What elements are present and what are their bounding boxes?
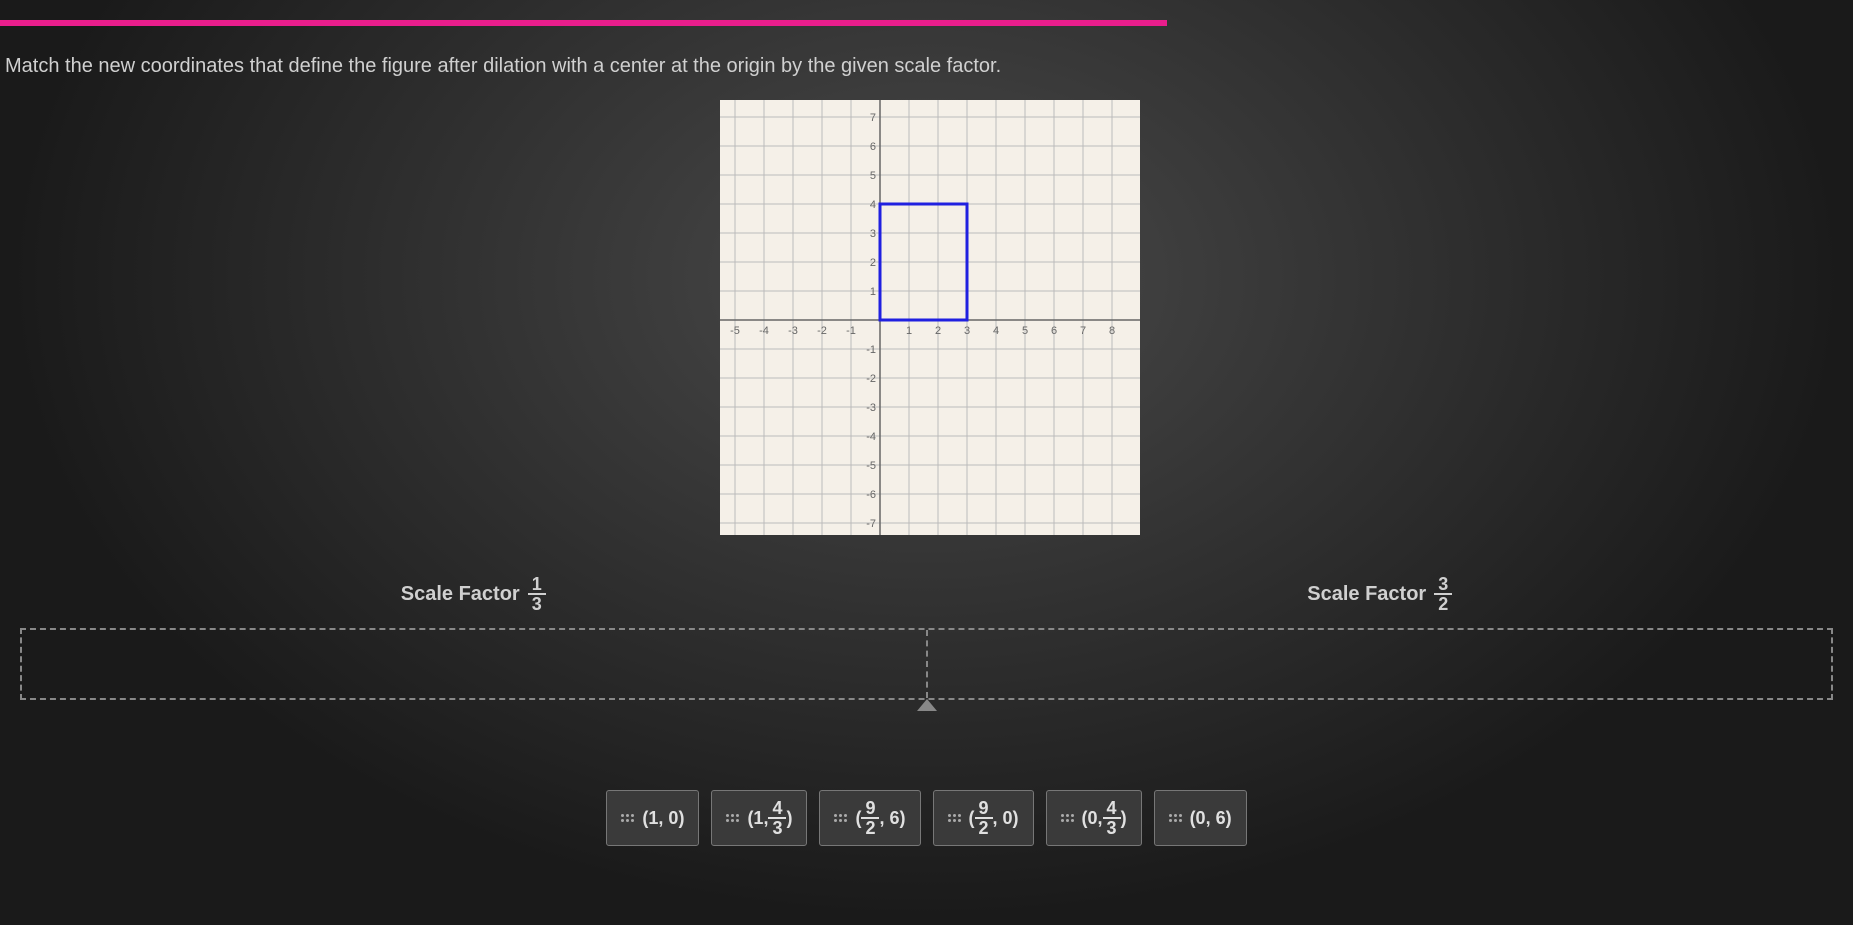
option-tile[interactable]: (0, 6) <box>1154 790 1247 846</box>
svg-text:2: 2 <box>870 257 876 269</box>
option-tile[interactable]: (1, 43) <box>711 790 807 846</box>
option-tile[interactable]: (92, 6) <box>819 790 920 846</box>
svg-text:-7: -7 <box>866 518 876 530</box>
drop-zone-left[interactable] <box>22 630 928 698</box>
scale-factor-right-header: Scale Factor 3 2 <box>927 565 1834 623</box>
scale-factor-left-fraction: 1 3 <box>528 575 546 613</box>
drag-handle-icon <box>948 814 961 822</box>
svg-text:1: 1 <box>906 325 912 337</box>
drop-zones <box>20 628 1833 700</box>
option-tile[interactable]: (0, 43) <box>1046 790 1142 846</box>
svg-text:5: 5 <box>1022 325 1028 337</box>
option-tile[interactable]: (1, 0) <box>606 790 699 846</box>
graph-svg: -5 -4 -3 -2 -1 1 2 3 4 5 6 7 8 1 2 3 4 5… <box>720 100 1140 535</box>
drag-handle-icon <box>1061 814 1074 822</box>
fraction: 43 <box>1103 799 1121 837</box>
svg-text:-5: -5 <box>866 460 876 472</box>
svg-text:-5: -5 <box>730 325 740 337</box>
pointer-indicator <box>0 698 1853 716</box>
option-tile[interactable]: (92, 0) <box>933 790 1034 846</box>
svg-text:3: 3 <box>870 228 876 240</box>
svg-text:-1: -1 <box>866 344 876 356</box>
option-coordinate: (0, 6) <box>1190 808 1232 829</box>
option-coordinate: (1, 43) <box>747 799 792 837</box>
fraction: 43 <box>768 799 786 837</box>
scale-factor-right-fraction: 3 2 <box>1434 575 1452 613</box>
svg-text:-6: -6 <box>866 489 876 501</box>
drag-handle-icon <box>834 814 847 822</box>
coordinate-graph: -5 -4 -3 -2 -1 1 2 3 4 5 6 7 8 1 2 3 4 5… <box>720 100 1140 535</box>
svg-text:8: 8 <box>1109 325 1115 337</box>
option-coordinate: (0, 43) <box>1082 799 1127 837</box>
drag-handle-icon <box>1169 814 1182 822</box>
svg-text:-4: -4 <box>759 325 769 337</box>
progress-bar <box>0 20 1167 26</box>
scale-factor-left-header: Scale Factor 1 3 <box>20 565 927 623</box>
svg-text:4: 4 <box>993 325 999 337</box>
svg-text:4: 4 <box>870 199 876 211</box>
svg-text:-2: -2 <box>866 373 876 385</box>
svg-text:-3: -3 <box>788 325 798 337</box>
fraction: 92 <box>975 799 993 837</box>
drag-handle-icon <box>726 814 739 822</box>
fraction: 92 <box>861 799 879 837</box>
answers-section: Scale Factor 1 3 Scale Factor 3 2 <box>0 565 1853 716</box>
svg-text:2: 2 <box>935 325 941 337</box>
svg-text:-1: -1 <box>846 325 856 337</box>
drop-zone-right[interactable] <box>928 630 1832 698</box>
svg-text:7: 7 <box>870 112 876 124</box>
svg-text:5: 5 <box>870 170 876 182</box>
svg-text:7: 7 <box>1080 325 1086 337</box>
svg-text:-2: -2 <box>817 325 827 337</box>
svg-text:6: 6 <box>1051 325 1057 337</box>
scale-factor-left-label: Scale Factor <box>401 583 520 606</box>
options-bank: (1, 0) (1, 43) (92, 6) (92, 0) (0, 43) (0, 6) <box>0 790 1853 846</box>
scale-factor-right-label: Scale Factor <box>1307 583 1426 606</box>
svg-text:3: 3 <box>964 325 970 337</box>
question-text: Match the new coordinates that define th… <box>5 55 1001 78</box>
drag-handle-icon <box>621 814 634 822</box>
svg-text:-4: -4 <box>866 431 876 443</box>
svg-text:6: 6 <box>870 141 876 153</box>
option-coordinate: (1, 0) <box>642 808 684 829</box>
svg-text:-3: -3 <box>866 402 876 414</box>
option-coordinate: (92, 0) <box>969 799 1019 837</box>
svg-text:1: 1 <box>870 286 876 298</box>
option-coordinate: (92, 6) <box>855 799 905 837</box>
